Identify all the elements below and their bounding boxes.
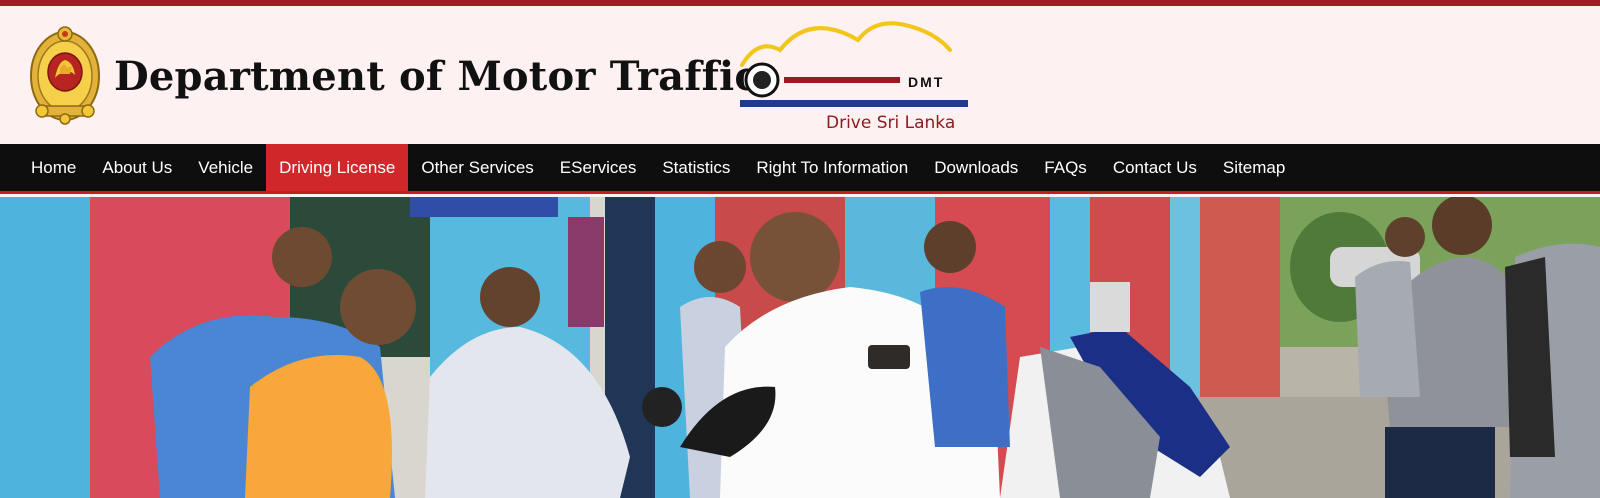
nav-item-sitemap[interactable]: Sitemap bbox=[1210, 144, 1298, 191]
hero-banner bbox=[0, 197, 1600, 498]
nav-item-about-us[interactable]: About Us bbox=[89, 144, 185, 191]
site-header: Department of Motor Traffic DMT Drive Sr… bbox=[0, 6, 1600, 144]
nav-menu: Home About Us Vehicle Driving License Ot… bbox=[0, 144, 1600, 191]
nav-item-right-to-information[interactable]: Right To Information bbox=[743, 144, 921, 191]
nav-item-contact-us[interactable]: Contact Us bbox=[1100, 144, 1210, 191]
hero-photo bbox=[0, 197, 1600, 498]
site-title: Department of Motor Traffic bbox=[114, 53, 759, 100]
main-navigation: Home About Us Vehicle Driving License Ot… bbox=[0, 144, 1600, 194]
nav-item-eservices[interactable]: EServices bbox=[547, 144, 650, 191]
nav-item-driving-license[interactable]: Driving License bbox=[266, 144, 409, 191]
nav-item-other-services[interactable]: Other Services bbox=[408, 144, 546, 191]
nav-item-faqs[interactable]: FAQs bbox=[1031, 144, 1100, 191]
sri-lanka-emblem-icon[interactable] bbox=[28, 20, 102, 128]
nav-item-downloads[interactable]: Downloads bbox=[921, 144, 1031, 191]
nav-item-home[interactable]: Home bbox=[18, 144, 89, 191]
nav-item-statistics[interactable]: Statistics bbox=[649, 144, 743, 191]
dmt-logo-abbr: DMT bbox=[908, 74, 944, 90]
dmt-logo-tagline: Drive Sri Lanka bbox=[826, 113, 955, 133]
dmt-logo[interactable]: DMT Drive Sri Lanka bbox=[740, 20, 990, 138]
nav-item-vehicle[interactable]: Vehicle bbox=[185, 144, 266, 191]
